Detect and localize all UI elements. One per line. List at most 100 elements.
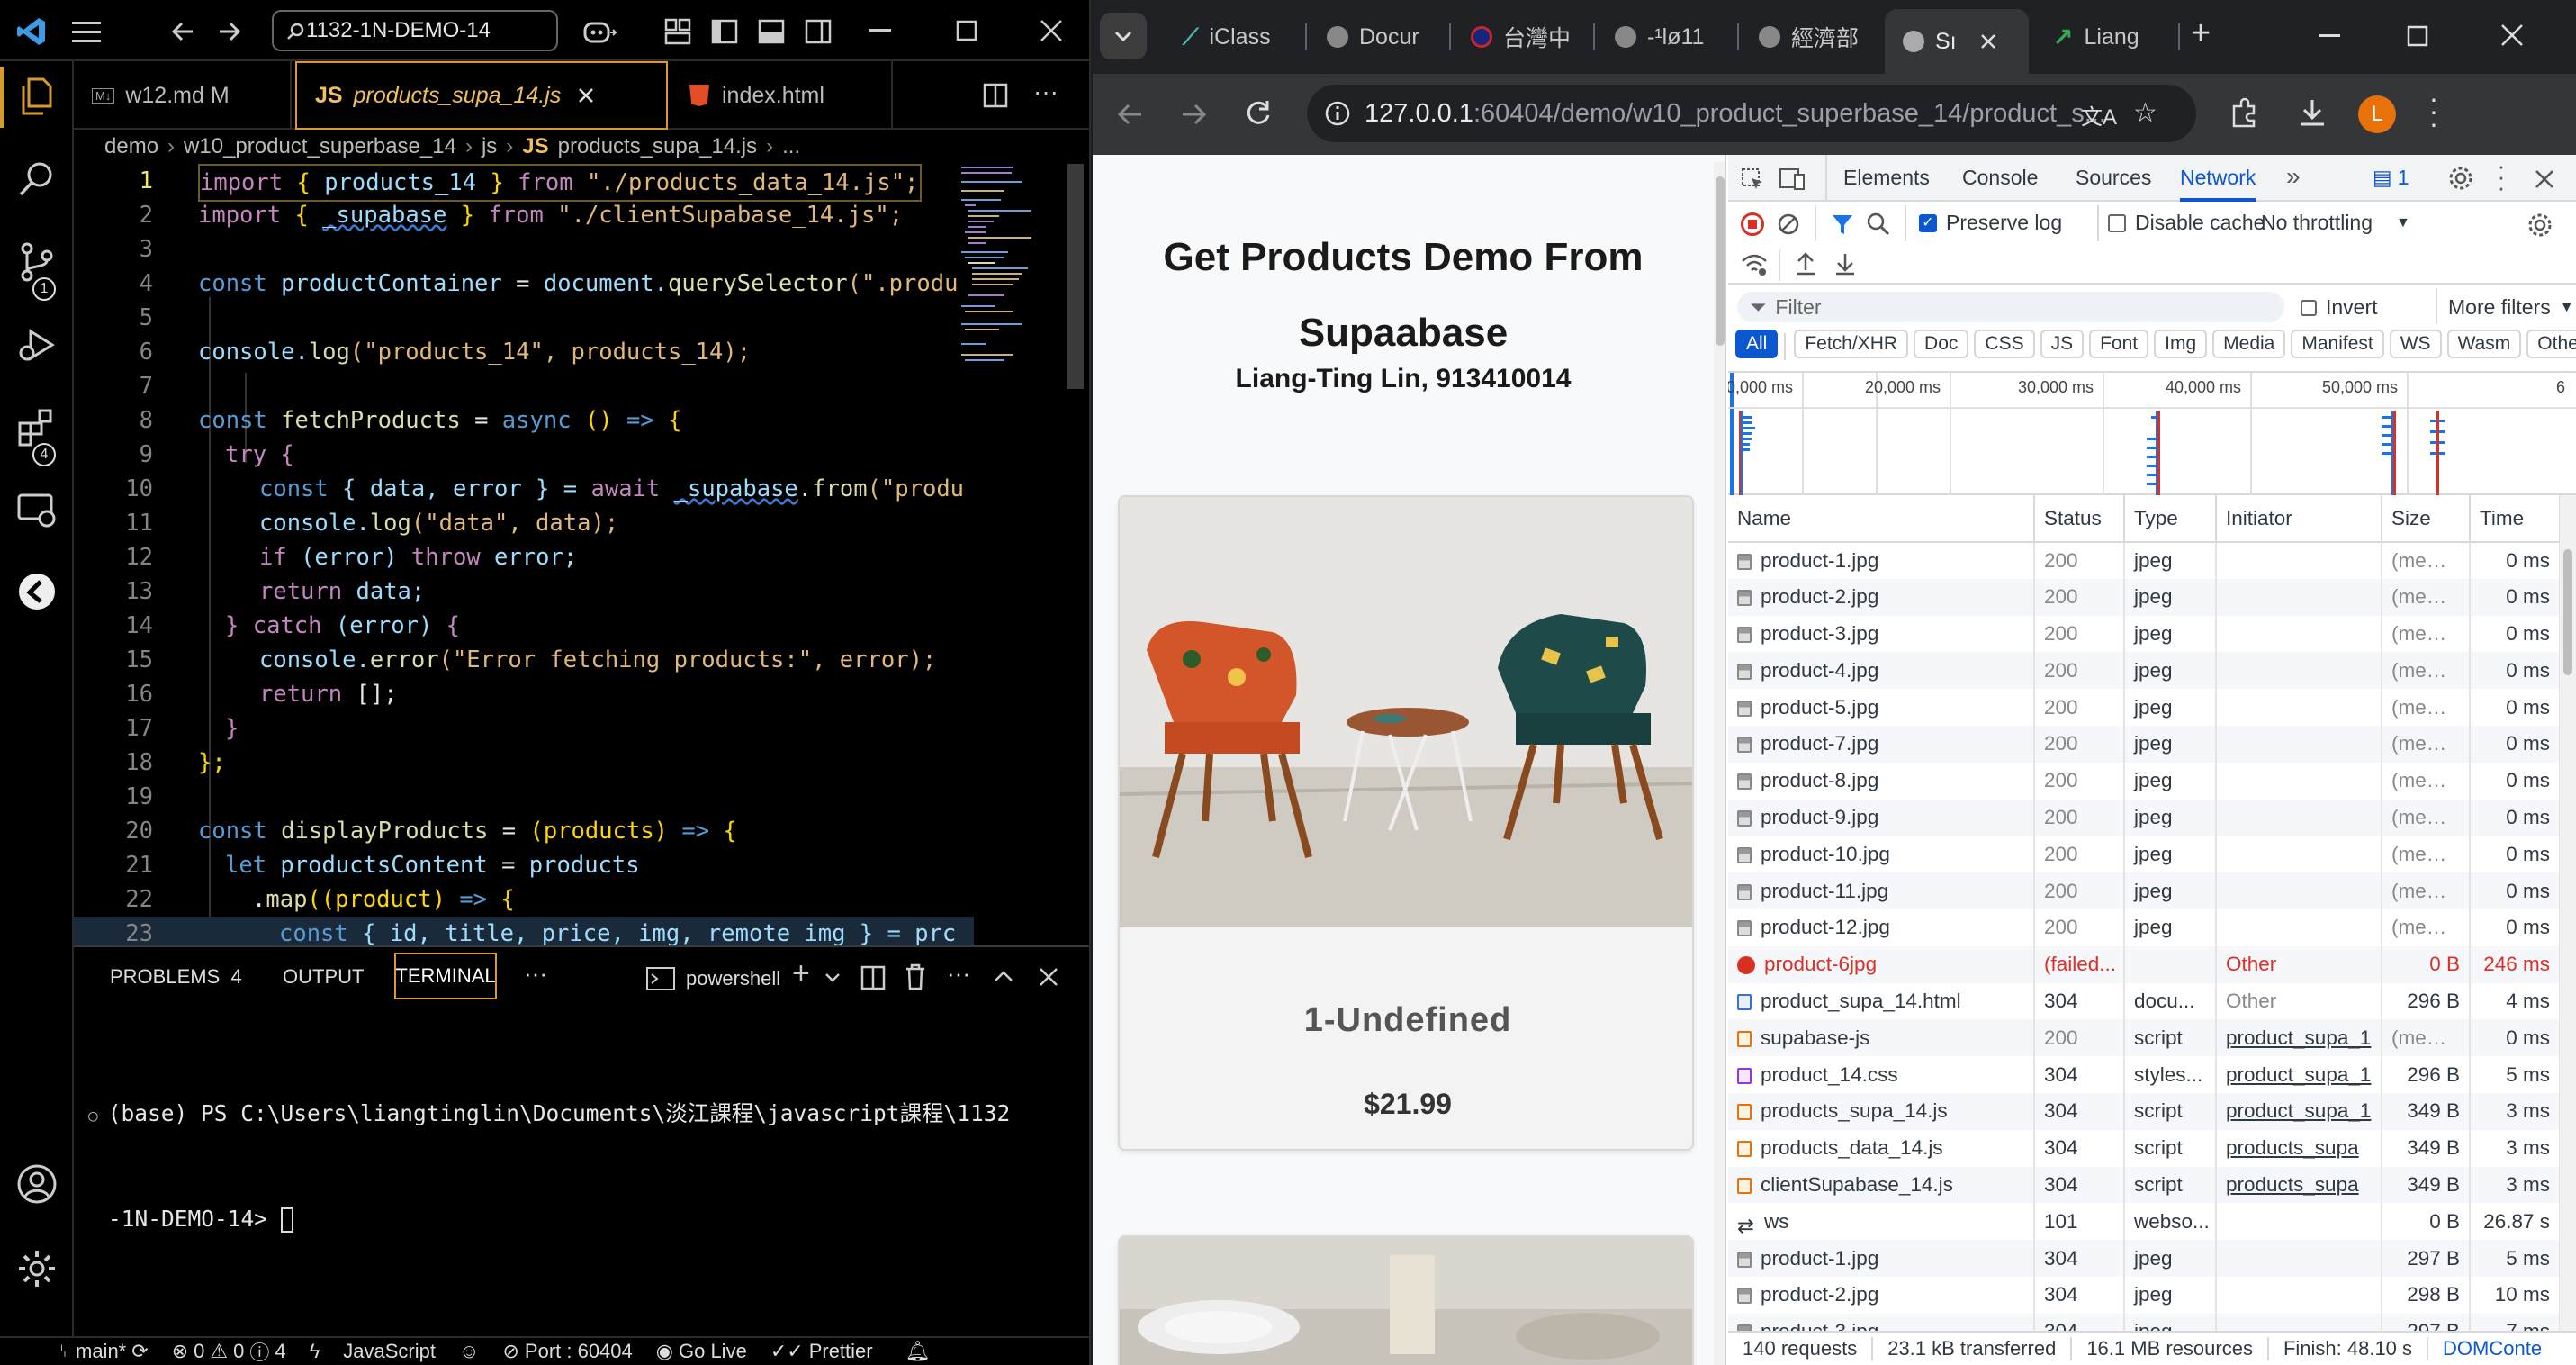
- port-status[interactable]: ⊘ Port : 60404: [502, 1340, 632, 1363]
- chrome-menu-icon[interactable]: · · ·: [2425, 84, 2443, 138]
- filter-type-js[interactable]: JS: [2040, 330, 2085, 358]
- tab-w12-md[interactable]: M↓ w12.md M: [74, 61, 292, 130]
- tab-close-icon[interactable]: [577, 86, 595, 104]
- devtools-tab-network[interactable]: Network: [2180, 155, 2256, 202]
- filter-type-all[interactable]: All: [1735, 330, 1779, 358]
- new-terminal-plus-icon[interactable]: +: [792, 956, 810, 991]
- explorer-icon[interactable]: [16, 76, 58, 117]
- tab-problems[interactable]: PROBLEMS 4: [110, 965, 242, 989]
- forward-arrow-icon[interactable]: [216, 18, 243, 45]
- breadcrumb-item[interactable]: w10_product_superbase_14: [184, 134, 456, 159]
- devtools-tab-elements[interactable]: Elements: [1843, 166, 1930, 190]
- tab-index-html[interactable]: index.html: [671, 61, 893, 130]
- table-row[interactable]: product-10.jpg 200 jpeg (mem... 0 ms: [1728, 836, 2561, 873]
- devtools-menu-icon[interactable]: · · ·: [2495, 155, 2508, 199]
- filter-type-css[interactable]: CSS: [1974, 330, 2035, 358]
- filter-type-font[interactable]: Font: [2089, 330, 2149, 358]
- filter-type-media[interactable]: Media: [2212, 330, 2286, 358]
- customize-layout-icon[interactable]: [664, 18, 691, 45]
- go-live-button[interactable]: ◉ Go Live: [656, 1340, 747, 1363]
- column-header-initiator[interactable]: Initiator: [2216, 495, 2382, 543]
- table-row[interactable]: product-7.jpg 200 jpeg (mem... 0 ms: [1728, 725, 2561, 763]
- device-toolbar-icon[interactable]: [1779, 167, 1806, 191]
- more-filters-dropdown[interactable]: More filters ▼: [2448, 295, 2574, 320]
- table-row[interactable]: product-1.jpg 200 jpeg (mem... 0 ms: [1728, 542, 2561, 579]
- browser-tab[interactable]: ⟋ iClass: [1165, 9, 1300, 65]
- disable-cache-checkbox[interactable]: Disable cache: [2108, 211, 2265, 235]
- toggle-primary-sidebar-icon[interactable]: [711, 18, 738, 45]
- column-header-time[interactable]: Time: [2470, 495, 2561, 543]
- table-row[interactable]: product_14.css 304 styles... product_supa_1…: [1728, 1056, 2561, 1093]
- filter-type-wasm[interactable]: Wasm: [2446, 330, 2522, 358]
- filter-type-ws[interactable]: WS: [2389, 330, 2442, 358]
- chevron-down-icon[interactable]: [824, 972, 841, 983]
- table-row[interactable]: product-5.jpg 200 jpeg (mem... 0 ms: [1728, 689, 2561, 726]
- devtools-tab-console[interactable]: Console: [1962, 166, 2038, 190]
- product-card[interactable]: 1-Undefined $21.99: [1118, 495, 1694, 1151]
- column-header-name[interactable]: Name: [1728, 495, 2035, 543]
- devtools-tab-sources[interactable]: Sources: [2076, 166, 2151, 190]
- clear-icon[interactable]: [1777, 212, 1800, 236]
- table-row[interactable]: product-3.jpg 200 jpeg (mem... 0 ms: [1728, 615, 2561, 653]
- search-icon[interactable]: [1867, 212, 1890, 236]
- network-settings-gear-icon[interactable]: [2527, 212, 2553, 238]
- minimize-icon[interactable]: [869, 29, 895, 34]
- close-icon[interactable]: [1039, 18, 1064, 43]
- table-row[interactable]: product-8.jpg 200 jpeg (mem... 0 ms: [1728, 762, 2561, 800]
- page-scrollbar[interactable]: [1714, 162, 1725, 1365]
- browser-tab[interactable]: 經濟部: [1741, 9, 1876, 65]
- column-header-type[interactable]: Type: [2124, 495, 2217, 543]
- table-row[interactable]: clientSupabase_14.js 304 script products_su…: [1728, 1166, 2561, 1204]
- table-row[interactable]: product-11.jpg 200 jpeg (mem... 0 ms: [1728, 872, 2561, 909]
- site-info-icon[interactable]: [1325, 101, 1350, 126]
- problems-status[interactable]: ⊗ 0 ⚠ 0 ⓘ 4: [172, 1337, 286, 1365]
- code-editor[interactable]: 1 import { products_14 } from "./products…: [74, 164, 1089, 945]
- trash-icon[interactable]: [904, 963, 927, 990]
- copilot-icon[interactable]: [581, 16, 617, 45]
- copilot-status-icon[interactable]: ☺: [459, 1340, 479, 1363]
- maximize-panel-chevron-up-icon[interactable]: [994, 969, 1013, 983]
- filter-type-manifest[interactable]: Manifest: [2291, 330, 2384, 358]
- remote-explorer-icon[interactable]: [16, 490, 58, 531]
- bookmark-star-icon[interactable]: ☆: [2133, 97, 2157, 129]
- import-har-upload-icon[interactable]: [1795, 252, 1816, 276]
- translate-icon[interactable]: 文A: [2081, 99, 2117, 131]
- filter-type-doc[interactable]: Doc: [1914, 330, 1969, 358]
- editor-scrollbar[interactable]: [1067, 164, 1084, 389]
- tab-output[interactable]: OUTPUT: [283, 965, 364, 989]
- filter-input[interactable]: ⏷ Filter: [1737, 292, 2284, 322]
- table-row[interactable]: ⇄ ws 101 webso... 0 B 26.87 s: [1728, 1203, 2561, 1241]
- tab-products-supa-js[interactable]: JS products_supa_14.js: [295, 61, 668, 130]
- devtools-settings-gear-icon[interactable]: [2448, 166, 2473, 191]
- run-debug-icon[interactable]: [16, 324, 58, 366]
- toggle-panel-icon[interactable]: [758, 18, 785, 45]
- terminal-profile-label[interactable]: powershell: [686, 967, 780, 990]
- issues-counter[interactable]: ▤ 1: [2373, 166, 2409, 190]
- table-row[interactable]: products_supa_14.js 304 script product_supa…: [1728, 1092, 2561, 1130]
- breadcrumb-item[interactable]: js: [482, 134, 497, 159]
- prettier-status[interactable]: ✓✓ Prettier: [770, 1340, 873, 1363]
- account-icon[interactable]: [16, 1163, 58, 1205]
- close-panel-icon[interactable]: [1039, 967, 1058, 987]
- address-bar[interactable]: 127.0.0.1:60404/demo/w10_product_superba…: [1307, 85, 2196, 142]
- new-tab-plus-icon[interactable]: +: [2191, 14, 2211, 53]
- notifications-bell-icon[interactable]: 🔔︎: [905, 1340, 931, 1363]
- table-row[interactable]: supabase-js 200 script product_supa_1 (mem..…: [1728, 1019, 2561, 1057]
- throttling-select[interactable]: No throttling ▼: [2261, 211, 2410, 235]
- table-row[interactable]: product-2.jpg 304 jpeg 298 B 10 ms: [1728, 1276, 2561, 1314]
- split-editor-icon[interactable]: [983, 83, 1008, 108]
- split-terminal-icon[interactable]: [860, 965, 886, 990]
- invert-checkbox[interactable]: Invert: [2301, 295, 2378, 320]
- back-arrow-icon[interactable]: [169, 18, 196, 45]
- breadcrumb-item[interactable]: products_supa_14.js: [558, 134, 757, 159]
- forward-arrow-icon[interactable]: [1179, 101, 1208, 128]
- close-devtools-icon[interactable]: [2535, 169, 2554, 189]
- maximize-icon[interactable]: [2407, 25, 2428, 47]
- search-icon[interactable]: [16, 158, 58, 200]
- breadcrumb-item[interactable]: ...: [782, 134, 800, 159]
- product-card[interactable]: [1118, 1235, 1694, 1365]
- table-row[interactable]: product-4.jpg 200 jpeg (mem... 0 ms: [1728, 652, 2561, 690]
- terminal-more-icon[interactable]: ···: [947, 960, 970, 988]
- minimize-icon[interactable]: [2319, 34, 2342, 38]
- language-mode[interactable]: JavaScript: [343, 1340, 436, 1363]
